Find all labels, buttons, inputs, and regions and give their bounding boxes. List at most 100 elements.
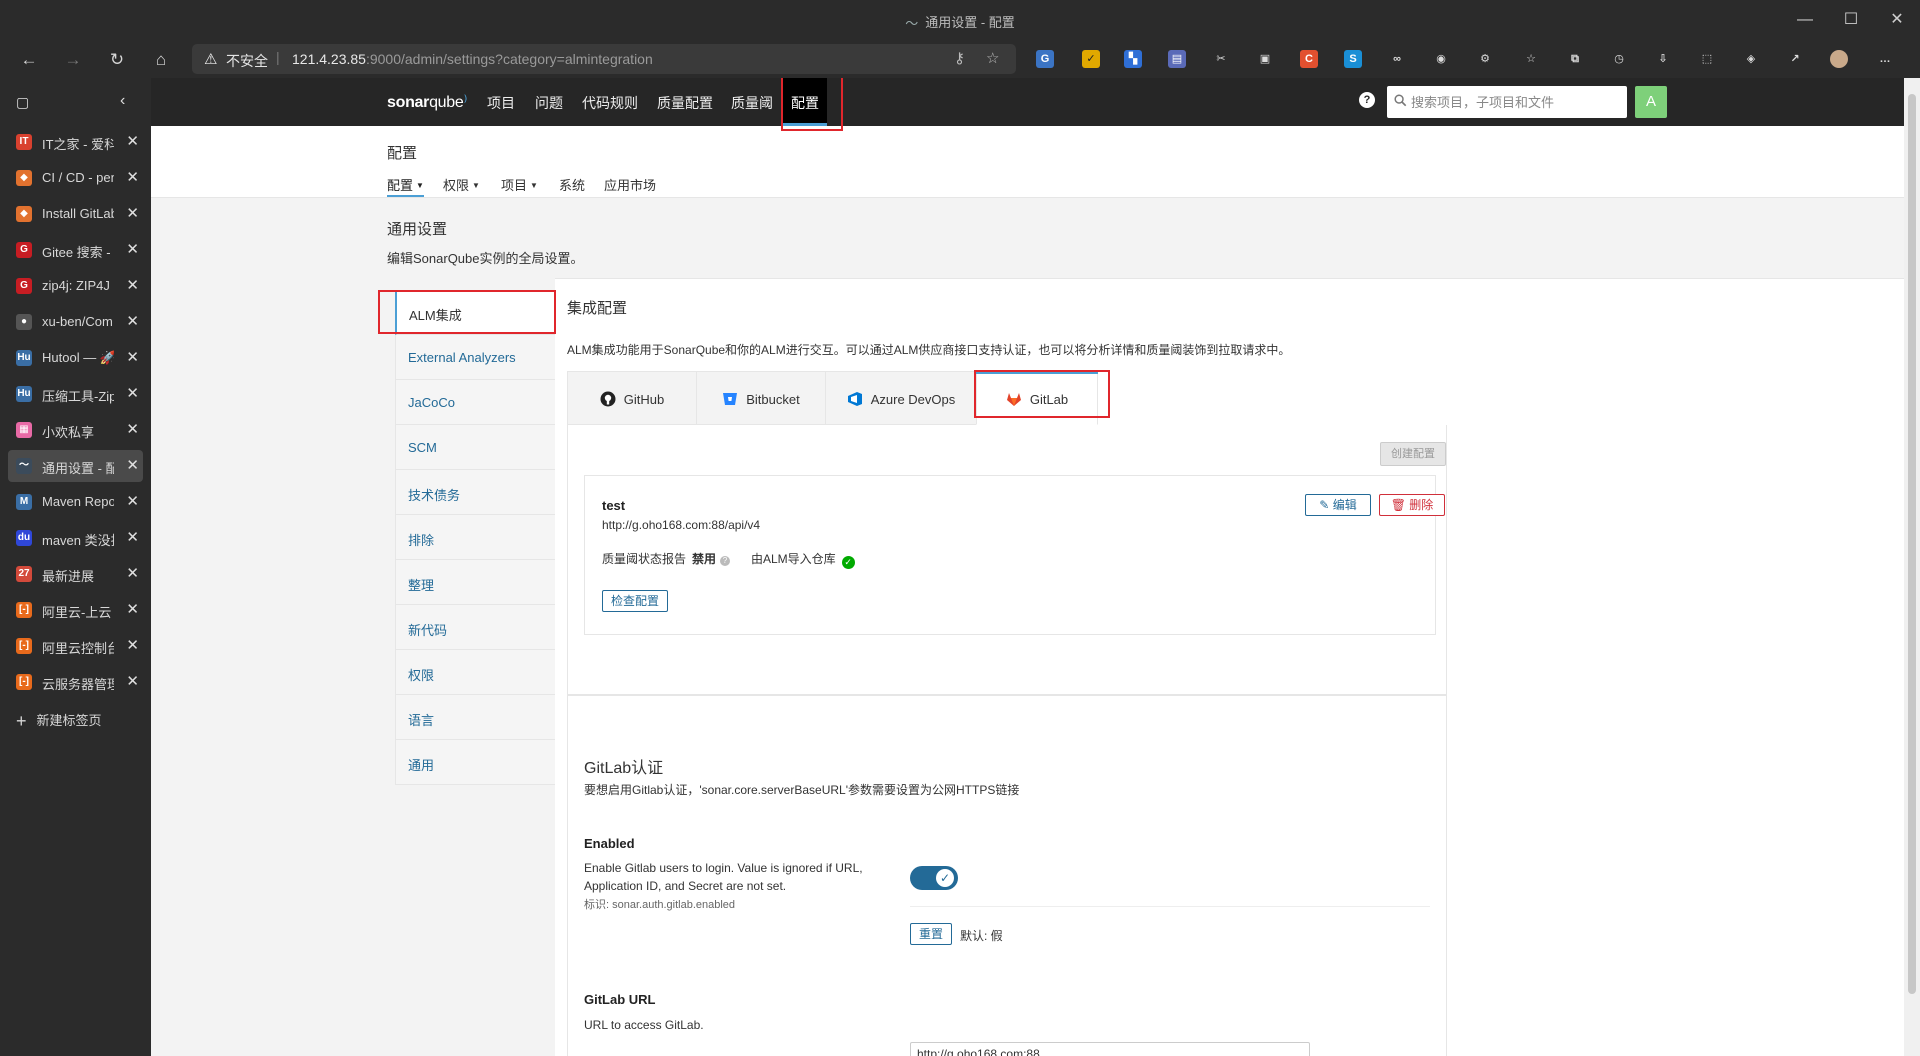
vertical-tab[interactable]: Gzip4j: ZIP4J ✕ — [8, 270, 143, 302]
vertical-tab[interactable]: M Maven Repo ✕ — [8, 486, 143, 518]
reset-button[interactable]: 重置 — [910, 923, 952, 945]
settings-menu-item[interactable]: SCM — [395, 425, 555, 470]
nav-issues[interactable]: 问题 — [535, 93, 563, 113]
vertical-tab[interactable]: Hu 压缩工具-Zip ✕ — [8, 378, 143, 410]
screenshot-cut-icon[interactable]: ✂ — [1212, 50, 1230, 68]
address-url[interactable]: 121.4.23.85:9000/admin/settings?category… — [292, 51, 653, 67]
sonarqube-logo[interactable]: sonarqube⁾ — [387, 92, 467, 112]
history-icon[interactable]: ◷ — [1610, 50, 1628, 68]
extension-circle-icon[interactable]: ◉ — [1432, 50, 1450, 68]
settings-menu-item[interactable]: 技术债务 — [395, 470, 555, 515]
settings-menu-item[interactable]: 排除 — [395, 515, 555, 560]
vertical-tab[interactable]: [-] 云服务器管理 ✕ — [8, 666, 143, 698]
share-icon[interactable]: ↗ — [1786, 50, 1804, 68]
close-tab-icon[interactable]: ✕ — [126, 276, 139, 294]
settings-menu-item[interactable]: 通用 — [395, 740, 555, 785]
translate-extension-icon[interactable]: G — [1036, 50, 1054, 68]
user-avatar[interactable]: A — [1635, 86, 1667, 118]
close-tab-icon[interactable]: ✕ — [126, 600, 139, 618]
more-menu-icon[interactable]: … — [1876, 50, 1894, 68]
edit-button[interactable]: ✎ 编辑 — [1305, 494, 1371, 516]
close-tab-icon[interactable]: ✕ — [126, 672, 139, 690]
close-tab-icon[interactable]: ✕ — [126, 348, 139, 366]
extension-box-icon[interactable]: ▣ — [1256, 50, 1274, 68]
vertical-tab[interactable]: Hu Hutool — 🚀 ✕ — [8, 342, 143, 374]
gitlab-url-input[interactable] — [910, 1042, 1310, 1056]
settings-menu-item[interactable]: 新代码 — [395, 605, 555, 650]
maximize-icon[interactable]: ☐ — [1836, 6, 1866, 34]
extensions-icon[interactable]: ⚙ — [1476, 50, 1494, 68]
scrollbar-thumb[interactable] — [1908, 94, 1916, 994]
nav-projects[interactable]: 项目 — [487, 93, 515, 113]
reload-icon[interactable]: ↻ — [104, 47, 130, 73]
back-icon[interactable]: ← — [16, 47, 42, 73]
insecure-label[interactable]: 不安全 — [226, 51, 268, 71]
close-tab-icon[interactable]: ✕ — [126, 492, 139, 510]
help-hint-icon[interactable]: ? — [720, 556, 731, 566]
search-input[interactable] — [1411, 90, 1621, 114]
vertical-tab[interactable]: ◆ CI / CD - pen ✕ — [8, 162, 143, 194]
enabled-toggle[interactable]: ✓ — [910, 866, 958, 890]
vertical-tab[interactable]: ▦ 小欢私享 ✕ — [8, 414, 143, 446]
favorites-icon[interactable]: ☆ — [1522, 50, 1540, 68]
tab-configuration[interactable]: 配置 ▼ — [387, 175, 424, 197]
extension-glasses-icon[interactable]: ∞ — [1388, 50, 1406, 68]
delete-button[interactable]: 🗑 删除 — [1379, 494, 1445, 516]
minimize-icon[interactable]: — — [1790, 6, 1820, 34]
tab-bitbucket[interactable]: Bitbucket — [696, 371, 826, 425]
settings-menu-item[interactable]: JaCoCo — [395, 380, 555, 425]
extension-c-icon[interactable]: C — [1300, 50, 1318, 68]
close-tab-icon[interactable]: ✕ — [126, 168, 139, 186]
nav-rules[interactable]: 代码规则 — [582, 93, 638, 113]
page-scrollbar[interactable] — [1904, 78, 1920, 1056]
vertical-tab[interactable]: G Gitee 搜索 - ✕ — [8, 234, 143, 266]
tab-system[interactable]: 系统 — [559, 175, 585, 194]
close-tab-icon[interactable]: ✕ — [126, 204, 139, 222]
vertical-tab[interactable]: du maven 类没找 ✕ — [8, 522, 143, 554]
vertical-tab[interactable]: ◆ Install GitLab ✕ — [8, 198, 143, 230]
settings-menu-item[interactable]: 整理 — [395, 560, 555, 605]
collections-icon[interactable]: ⧉ — [1566, 50, 1584, 68]
global-search[interactable] — [1387, 86, 1627, 118]
vertical-tab[interactable]: ● xu-ben/Com ✕ — [8, 306, 143, 338]
extension-badge-icon[interactable]: ✓ — [1082, 50, 1100, 68]
profile-avatar-icon[interactable] — [1830, 50, 1848, 68]
close-tab-icon[interactable]: ✕ — [126, 564, 139, 582]
home-icon[interactable]: ⌂ — [148, 47, 174, 73]
vertical-tab[interactable]: IT IT之家 - 爱科 ✕ — [8, 126, 143, 158]
tab-security[interactable]: 权限 ▼ — [443, 175, 480, 194]
close-tab-icon[interactable]: ✕ — [126, 240, 139, 258]
tab-actions-icon[interactable]: ▢ — [16, 94, 29, 111]
settings-menu-item[interactable]: 语言 — [395, 695, 555, 740]
close-window-icon[interactable]: ✕ — [1882, 6, 1912, 34]
forward-icon[interactable]: → — [60, 47, 86, 73]
favorite-add-icon[interactable]: ☆ — [986, 49, 999, 67]
address-bar[interactable]: ⚠ 不安全 | 121.4.23.85:9000/admin/settings?… — [192, 44, 1016, 74]
web-capture-icon[interactable]: ⬚ — [1698, 50, 1716, 68]
extension-s-icon[interactable]: S — [1344, 50, 1362, 68]
performance-icon[interactable]: ◈ — [1742, 50, 1760, 68]
check-configuration-button[interactable]: 检查配置 — [602, 590, 668, 612]
close-tab-icon[interactable]: ✕ — [126, 420, 139, 438]
settings-menu-item[interactable]: External Analyzers — [395, 335, 555, 380]
close-tab-icon[interactable]: ✕ — [126, 132, 139, 150]
new-tab-button[interactable]: + 新建标签页 — [16, 710, 102, 732]
key-icon[interactable]: ⚷ — [954, 49, 965, 67]
tab-github[interactable]: GitHub — [567, 371, 697, 425]
vertical-tab[interactable]: 〜通用设置 - 配 ✕ — [8, 450, 143, 482]
nav-quality-gates[interactable]: 质量阈 — [731, 93, 773, 113]
settings-menu-item[interactable]: 权限 — [395, 650, 555, 695]
nav-quality-profiles[interactable]: 质量配置 — [657, 93, 713, 113]
close-tab-icon[interactable]: ✕ — [126, 528, 139, 546]
vertical-tab[interactable]: [-] 阿里云-上云 ✕ — [8, 594, 143, 626]
vertical-tab[interactable]: 27 最新进展 ✕ — [8, 558, 143, 590]
extension-grid-icon[interactable]: ▚ — [1124, 50, 1142, 68]
create-configuration-button[interactable]: 创建配置 — [1380, 442, 1446, 466]
close-tab-icon[interactable]: ✕ — [126, 312, 139, 330]
close-tab-icon[interactable]: ✕ — [126, 384, 139, 402]
help-icon[interactable]: ? — [1359, 92, 1375, 108]
collapse-tabs-icon[interactable]: ‹ — [120, 92, 125, 110]
tab-azure-devops[interactable]: Azure DevOps — [825, 371, 977, 425]
close-tab-icon[interactable]: ✕ — [126, 636, 139, 654]
tab-marketplace[interactable]: 应用市场 — [604, 175, 656, 194]
